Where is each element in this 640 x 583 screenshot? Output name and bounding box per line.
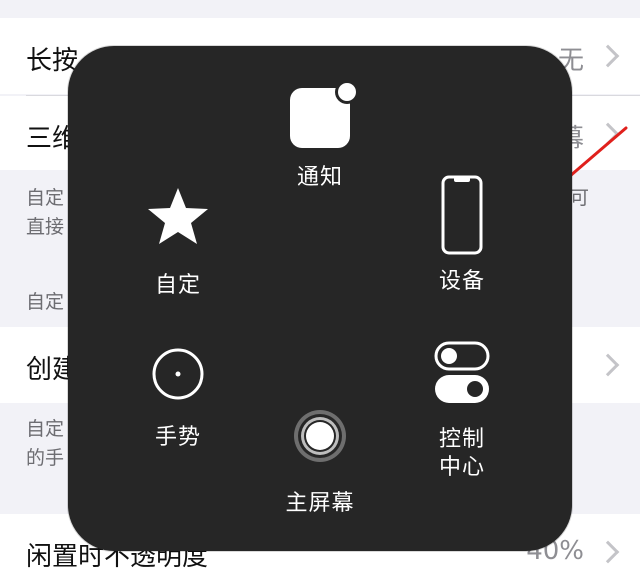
phone-icon xyxy=(441,175,483,255)
menu-item-label-line: 控制 xyxy=(438,427,485,452)
menu-item-control-center[interactable]: 控制 中心 xyxy=(402,340,522,482)
menu-item-label-line: 中心 xyxy=(438,455,485,480)
chevron-right-icon xyxy=(596,353,620,377)
menu-item-label: 自定 xyxy=(154,273,201,298)
notification-icon xyxy=(290,82,359,148)
gesture-icon xyxy=(152,348,204,400)
menu-item-label: 通知 xyxy=(296,165,343,190)
menu-item-label: 控制 中心 xyxy=(402,426,522,482)
menu-item-custom[interactable]: 自定 xyxy=(118,184,238,300)
star-icon xyxy=(148,188,208,244)
description-line: 的手 xyxy=(26,447,65,469)
menu-item-label: 主屏幕 xyxy=(285,491,355,516)
chevron-right-icon xyxy=(596,122,620,146)
description-line: 直接 xyxy=(26,216,65,238)
description-line: 自定 xyxy=(26,187,65,209)
custom-description: 自定 直接 xyxy=(26,184,64,242)
custom-description-trailing: 可 xyxy=(570,187,590,209)
home-button-icon xyxy=(294,410,346,462)
menu-item-gesture[interactable]: 手势 xyxy=(118,346,238,452)
menu-item-notification[interactable]: 通知 xyxy=(260,82,380,192)
gesture-description: 自定 的手 xyxy=(26,415,64,473)
section-header: 自定 xyxy=(26,291,65,313)
chevron-right-icon xyxy=(596,44,620,68)
chevron-right-icon xyxy=(596,540,620,564)
menu-item-label: 设备 xyxy=(438,269,485,294)
toggle-switches-icon xyxy=(434,341,490,403)
menu-item-device[interactable]: 设备 xyxy=(402,174,522,296)
menu-item-home[interactable]: 主屏幕 xyxy=(260,408,380,518)
assistive-touch-menu: 通知 自定 设备 手势 控制 中心 主屏幕 xyxy=(68,46,572,551)
menu-item-label: 手势 xyxy=(154,425,201,450)
row-label: 长按 xyxy=(26,46,79,76)
description-line: 自定 xyxy=(26,418,65,440)
